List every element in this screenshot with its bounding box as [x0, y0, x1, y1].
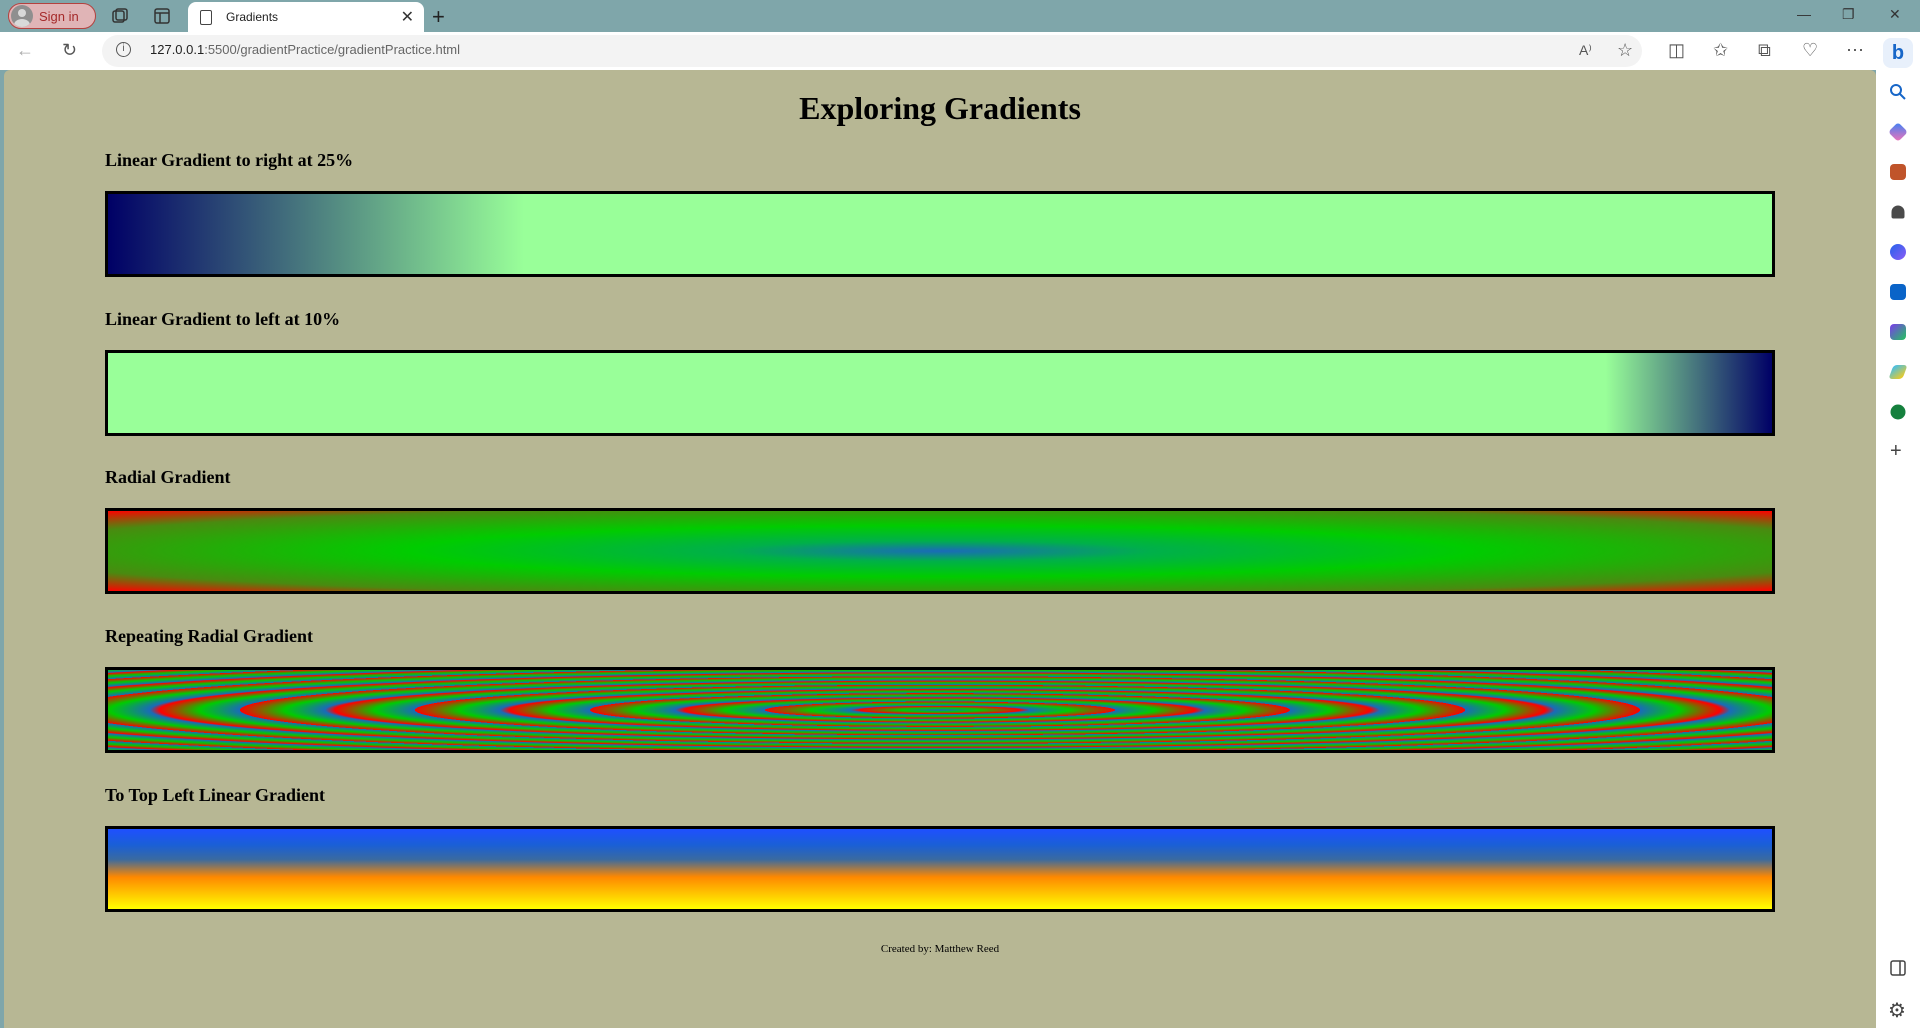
section-heading-radial: Radial Gradient	[105, 467, 231, 487]
sign-in-button[interactable]: Sign in	[8, 3, 96, 29]
copilot-bing-icon[interactable]: b	[1883, 38, 1913, 68]
favorite-star-icon[interactable]: ☆	[1617, 40, 1633, 61]
url-text[interactable]: 127.0.0.1:5500/gradientPractice/gradient…	[150, 42, 460, 57]
chess-icon[interactable]	[1891, 205, 1905, 219]
minimize-icon[interactable]: —	[1797, 6, 1811, 22]
sign-in-label: Sign in	[39, 8, 79, 24]
section-heading-linear-left: Linear Gradient to left at 10%	[105, 309, 341, 329]
outlook-icon[interactable]	[1890, 284, 1906, 300]
active-tab[interactable]: Gradients ✕	[188, 2, 424, 32]
new-tab-icon[interactable]: +	[432, 4, 445, 30]
tag-icon[interactable]	[1888, 122, 1908, 142]
tree-icon[interactable]	[1890, 404, 1906, 420]
send-icon[interactable]	[1888, 365, 1908, 379]
page-viewport: Exploring Gradients Linear Gradient to r…	[4, 70, 1876, 1028]
footer-credit: Created by: Matthew Reed	[880, 943, 1000, 955]
favorites-icon[interactable]: ✩	[1713, 40, 1728, 61]
read-aloud-icon[interactable]: A⁾	[1579, 42, 1592, 59]
add-icon[interactable]: +	[1890, 440, 1902, 463]
collections-icon[interactable]: ⧉	[1758, 40, 1771, 61]
linear-gradient-right-box	[105, 191, 1775, 277]
back-icon[interactable]: ←	[16, 40, 34, 61]
browser-essentials-icon[interactable]: ♡	[1802, 40, 1818, 61]
page-title: Exploring Gradients	[799, 90, 1081, 126]
designer-icon[interactable]	[1890, 324, 1906, 340]
section-heading-repeating-radial: Repeating Radial Gradient	[105, 626, 314, 646]
tab-title: Gradients	[226, 10, 279, 24]
copilot-icon[interactable]	[1890, 244, 1906, 260]
workspaces-icon[interactable]	[110, 6, 130, 26]
edge-sidebar: + ⚙	[1876, 70, 1920, 1028]
search-icon[interactable]	[1888, 82, 1908, 102]
radial-gradient-box	[105, 508, 1775, 594]
split-screen-icon[interactable]: ◫	[1668, 40, 1685, 61]
url-path: :5500/gradientPractice/gradientPractice.…	[204, 42, 461, 57]
tab-strip: Sign in Gradients ✕ + — ❐ ✕	[0, 0, 1920, 32]
sidebar-toggle-icon[interactable]	[1888, 958, 1908, 978]
tab-actions-icon[interactable]	[152, 6, 172, 26]
close-tab-icon[interactable]: ✕	[401, 7, 414, 27]
avatar-icon	[11, 5, 33, 27]
restore-icon[interactable]: ❐	[1842, 6, 1855, 23]
repeating-radial-gradient-box	[105, 667, 1775, 753]
linear-gradient-left-box	[105, 350, 1775, 436]
refresh-icon[interactable]: ↻	[62, 40, 77, 61]
top-left-linear-gradient-box	[105, 826, 1775, 912]
briefcase-icon[interactable]	[1890, 164, 1906, 180]
section-heading-top-left: To Top Left Linear Gradient	[105, 785, 326, 805]
page-icon	[200, 9, 212, 25]
section-heading-linear-right: Linear Gradient to right at 25%	[105, 150, 354, 170]
url-host: 127.0.0.1	[150, 42, 205, 57]
more-menu-icon[interactable]: ⋯	[1846, 40, 1864, 61]
window-close-icon[interactable]: ✕	[1889, 6, 1901, 23]
settings-icon[interactable]: ⚙	[1888, 998, 1906, 1023]
info-icon[interactable]: i	[116, 42, 131, 57]
address-bar: ← ↻ i 127.0.0.1:5500/gradientPractice/gr…	[0, 32, 1920, 70]
